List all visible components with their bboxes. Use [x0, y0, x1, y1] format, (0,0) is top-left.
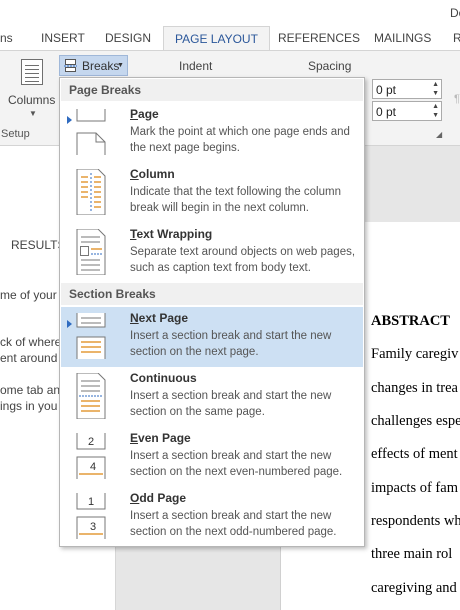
document-line: challenges espe — [371, 413, 460, 429]
tab-review-partial[interactable]: R — [453, 26, 460, 50]
document-heading: ABSTRACT — [371, 313, 450, 329]
column-break-icon — [76, 169, 106, 215]
menu-item-description: Insert a section break and start the new… — [130, 510, 337, 538]
document-line: Family caregiv — [371, 346, 459, 362]
breaks-icon — [64, 59, 77, 72]
paragraph-icon: ¶ — [454, 93, 460, 105]
window-title: Do — [450, 6, 460, 20]
menu-item-title: Odd Page — [130, 491, 187, 505]
menu-item-description: Indicate that the text following the col… — [130, 186, 341, 214]
menu-item-title: Even Page — [130, 431, 191, 445]
ribbon-tabs: ns INSERT DESIGN PAGE LAYOUT REFERENCES … — [0, 26, 460, 51]
document-line: effects of ment — [371, 446, 458, 462]
svg-text:3: 3 — [90, 521, 96, 533]
document-line: impacts of fam — [371, 480, 458, 496]
spinner-arrows-icon[interactable]: ▲ ▼ — [432, 102, 439, 120]
text-wrapping-icon — [76, 229, 106, 275]
insertion-arrow-icon — [67, 320, 72, 328]
breaks-dropdown-menu: Page Breaks Page Mark the point at which… — [59, 77, 365, 547]
menu-item-page-break[interactable]: Page Mark the point at which one page en… — [61, 103, 363, 163]
dialog-launcher-icon[interactable]: ◢ — [436, 130, 442, 139]
menu-item-even-page[interactable]: 2 4 Even Page Insert a section break and… — [61, 427, 363, 487]
tab-design[interactable]: DESIGN — [105, 26, 151, 50]
nav-pane-text: ome tab and — [0, 383, 67, 397]
menu-item-title: Text Wrapping — [130, 227, 213, 241]
menu-item-odd-page[interactable]: 1 3 Odd Page Insert a section break and … — [61, 487, 363, 547]
spacing-after-input[interactable]: 0 pt ▲ ▼ — [372, 101, 442, 121]
insertion-arrow-icon — [67, 116, 72, 124]
menu-item-description: Insert a section break and start the new… — [130, 390, 332, 418]
menu-item-description: Insert a section break and start the new… — [130, 330, 332, 358]
menu-item-description: Insert a section break and start the new… — [130, 450, 343, 478]
menu-item-title: Page — [130, 107, 159, 121]
svg-text:2: 2 — [88, 436, 94, 448]
menu-item-text-wrapping[interactable]: Text Wrapping Separate text around objec… — [61, 223, 363, 283]
odd-page-icon: 1 3 — [76, 493, 106, 539]
tab-design-partial[interactable]: ns — [0, 26, 13, 50]
menu-item-title: Continuous — [130, 371, 197, 385]
menu-item-continuous[interactable]: Continuous Insert a section break and st… — [61, 367, 363, 427]
nav-pane-text: ent around — [0, 351, 58, 365]
indent-label: Indent — [179, 59, 213, 73]
menu-item-column-break[interactable]: Column Indicate that the text following … — [61, 163, 363, 223]
menu-item-title: Column — [130, 167, 175, 181]
columns-icon — [21, 59, 43, 85]
document-line: caregiving and — [371, 580, 457, 596]
columns-label: Columns — [8, 93, 56, 107]
continuous-icon — [76, 373, 106, 419]
document-line: respondents wh — [371, 513, 460, 529]
nav-pane-text: ck of where — [0, 335, 62, 349]
title-bar: Do — [0, 0, 460, 26]
svg-text:1: 1 — [88, 496, 94, 508]
breaks-label: Breaks — [82, 59, 120, 73]
section-breaks-header: Section Breaks — [61, 283, 363, 305]
nav-pane-text: me of your — [0, 288, 57, 302]
spacing-before-input[interactable]: 0 pt ▲ ▼ — [372, 79, 442, 99]
tab-page-layout[interactable]: PAGE LAYOUT — [163, 26, 270, 51]
page-breaks-header: Page Breaks — [61, 79, 363, 101]
tab-insert[interactable]: INSERT — [41, 26, 85, 50]
tab-mailings[interactable]: MAILINGS — [374, 26, 431, 50]
spacing-label: Spacing — [308, 59, 352, 73]
menu-item-description: Separate text around objects on web page… — [130, 246, 356, 274]
menu-item-title: Next Page — [130, 311, 189, 325]
chevron-down-icon: ▼ — [29, 109, 37, 118]
document-line: changes in trea — [371, 380, 458, 396]
tab-references[interactable]: REFERENCES — [278, 26, 360, 50]
chevron-down-icon: ▼ — [117, 62, 124, 69]
svg-text:4: 4 — [90, 461, 96, 473]
even-page-icon: 2 4 — [76, 433, 106, 479]
document-line: three main rol — [371, 546, 453, 562]
menu-item-description: Mark the point at which one page ends an… — [130, 126, 350, 154]
spinner-arrows-icon[interactable]: ▲ ▼ — [432, 80, 439, 98]
menu-item-next-page[interactable]: Next Page Insert a section break and sta… — [61, 307, 363, 367]
breaks-button[interactable]: Breaks ▼ — [59, 55, 128, 76]
next-page-icon — [76, 313, 106, 359]
nav-pane-text: ings in you — [0, 399, 58, 413]
page-setup-group-label: Setup — [1, 128, 30, 140]
nav-results-tab[interactable]: RESULTS — [11, 238, 65, 252]
page-break-icon — [76, 109, 106, 155]
